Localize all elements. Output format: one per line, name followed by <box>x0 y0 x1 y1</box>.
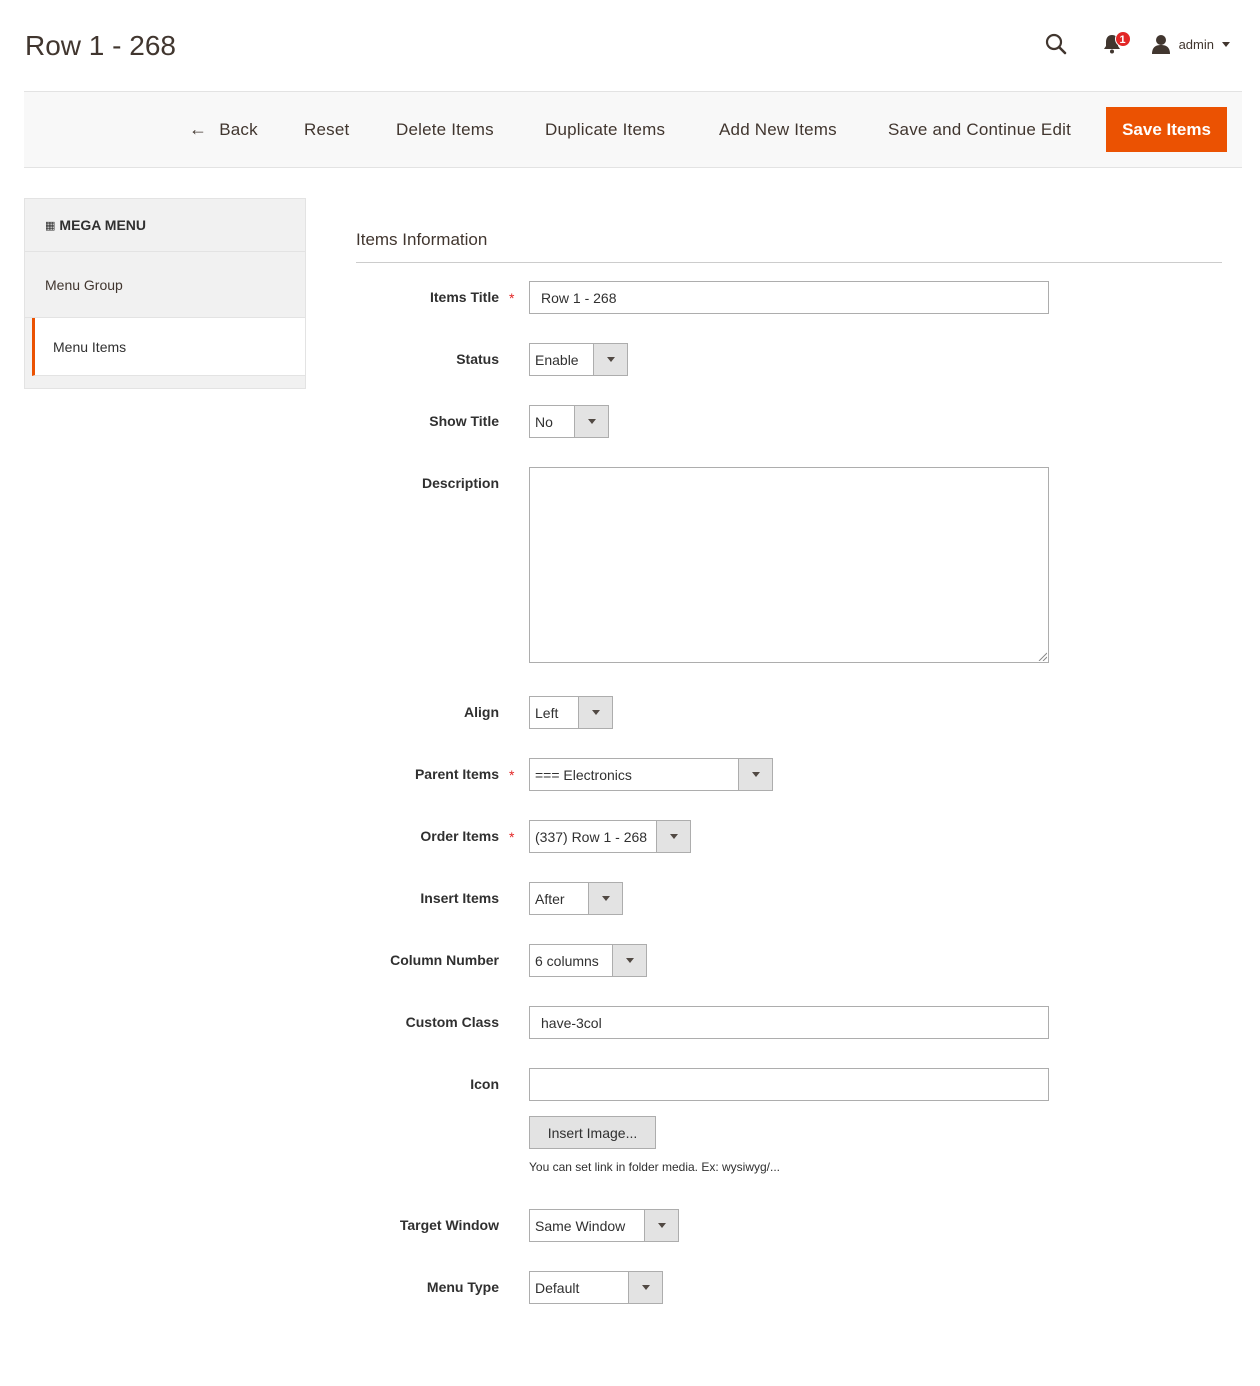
select-toggle <box>593 344 627 375</box>
page-title: Row 1 - 268 <box>25 30 176 61</box>
show-title-label: Show Title <box>429 413 499 429</box>
description-label: Description <box>421 475 499 491</box>
required-marker: * <box>509 767 515 783</box>
menu-type-select[interactable]: Default <box>529 1271 663 1304</box>
show-title-select[interactable]: No <box>529 405 609 438</box>
insert-image-button[interactable]: Insert Image... <box>529 1116 656 1149</box>
chevron-down-icon <box>606 357 615 362</box>
insert-items-label: Insert Items <box>420 890 499 906</box>
target-window-label: Target Window <box>399 1217 499 1233</box>
notifications-button[interactable]: 1 <box>1099 29 1131 59</box>
page-actions-toolbar: ← Back Reset Delete Items Duplicate Item… <box>24 91 1242 168</box>
icon-input[interactable] <box>529 1068 1049 1101</box>
column-number-select-value: 6 columns <box>535 952 599 969</box>
select-toggle <box>628 1272 662 1303</box>
align-label: Align <box>464 704 499 720</box>
custom-class-label: Custom Class <box>405 1014 499 1030</box>
resize-handle-icon[interactable] <box>1037 651 1047 661</box>
search-icon <box>1045 33 1066 55</box>
insert-items-select-value: After <box>535 890 565 907</box>
align-select-value: Left <box>535 704 559 721</box>
parent-items-select[interactable]: === Electronics <box>529 758 773 791</box>
chevron-down-icon <box>669 834 678 839</box>
arrow-left-icon: ← <box>189 119 208 139</box>
sidebar-item-label: Menu Group <box>45 276 123 293</box>
order-items-label: Order Items <box>420 828 499 844</box>
chevron-down-icon <box>1222 41 1230 47</box>
align-select[interactable]: Left <box>529 696 613 729</box>
sidebar-item-menu-group[interactable]: Menu Group <box>25 252 305 318</box>
back-button[interactable]: ← Back <box>189 92 258 167</box>
target-window-select-value: Same Window <box>535 1217 626 1234</box>
delete-items-button[interactable]: Delete Items <box>396 92 494 167</box>
icon-field-note: You can set link in folder media. Ex: wy… <box>529 1160 781 1174</box>
status-select[interactable]: Enable <box>529 343 628 376</box>
search-button[interactable] <box>1041 29 1071 59</box>
add-new-items-button[interactable]: Add New Items <box>719 92 837 167</box>
duplicate-items-button[interactable]: Duplicate Items <box>545 92 665 167</box>
reset-button[interactable]: Reset <box>304 92 349 167</box>
column-number-select[interactable]: 6 columns <box>529 944 647 977</box>
menu-type-select-value: Default <box>535 1279 580 1296</box>
order-items-select[interactable]: (337) Row 1 - 268 <box>529 820 691 853</box>
status-select-value: Enable <box>535 351 579 368</box>
custom-class-input[interactable]: have-3col <box>529 1006 1049 1039</box>
order-items-select-value: (337) Row 1 - 268 <box>535 828 648 845</box>
save-items-button[interactable]: Save Items <box>1106 107 1227 152</box>
target-window-select[interactable]: Same Window <box>529 1209 679 1242</box>
status-label: Status <box>456 351 499 367</box>
sidebar-title: ▦ MEGA MENU <box>25 199 305 252</box>
chevron-down-icon <box>587 419 596 424</box>
description-textarea[interactable] <box>529 467 1049 663</box>
chevron-down-icon <box>641 1285 650 1290</box>
items-title-label: Items Title <box>430 289 499 305</box>
user-name: admin <box>1178 36 1214 52</box>
show-title-select-value: No <box>535 413 553 430</box>
select-toggle <box>588 883 622 914</box>
parent-items-label: Parent Items <box>414 766 499 782</box>
header-actions: 1 admin <box>1041 26 1230 62</box>
user-icon <box>1151 35 1170 54</box>
section-divider <box>356 262 1222 263</box>
save-and-continue-button[interactable]: Save and Continue Edit <box>888 92 1071 167</box>
select-toggle <box>656 821 690 852</box>
mega-menu-icon: ▦ <box>45 219 56 232</box>
column-number-label: Column Number <box>390 952 499 968</box>
required-marker: * <box>509 829 515 845</box>
section-title: Items Information <box>356 230 488 249</box>
user-account-menu[interactable]: admin <box>1151 34 1230 54</box>
sidebar-item-label: Menu Items <box>53 338 127 355</box>
select-toggle <box>574 406 608 437</box>
chevron-down-icon <box>625 958 634 963</box>
chevron-down-icon <box>601 896 610 901</box>
chevron-down-icon <box>657 1223 666 1228</box>
select-toggle <box>738 759 772 790</box>
items-title-input[interactable]: Row 1 - 268 <box>529 281 1049 314</box>
icon-label: Icon <box>470 1076 499 1092</box>
menu-type-label: Menu Type <box>426 1279 499 1295</box>
chevron-down-icon <box>591 710 600 715</box>
notifications-count-badge: 1 <box>1114 31 1131 47</box>
sidebar-title-label: MEGA MENU <box>59 217 146 233</box>
select-toggle <box>644 1210 678 1241</box>
select-toggle <box>612 945 646 976</box>
sidebar: ▦ MEGA MENU Menu Group Menu Items <box>24 198 306 389</box>
insert-items-select[interactable]: After <box>529 882 623 915</box>
back-button-label: Back <box>219 119 258 139</box>
parent-items-select-value: === Electronics <box>535 766 632 783</box>
sidebar-item-menu-items[interactable]: Menu Items <box>32 318 305 376</box>
select-toggle <box>578 697 612 728</box>
chevron-down-icon <box>751 772 760 777</box>
required-marker: * <box>509 290 515 306</box>
